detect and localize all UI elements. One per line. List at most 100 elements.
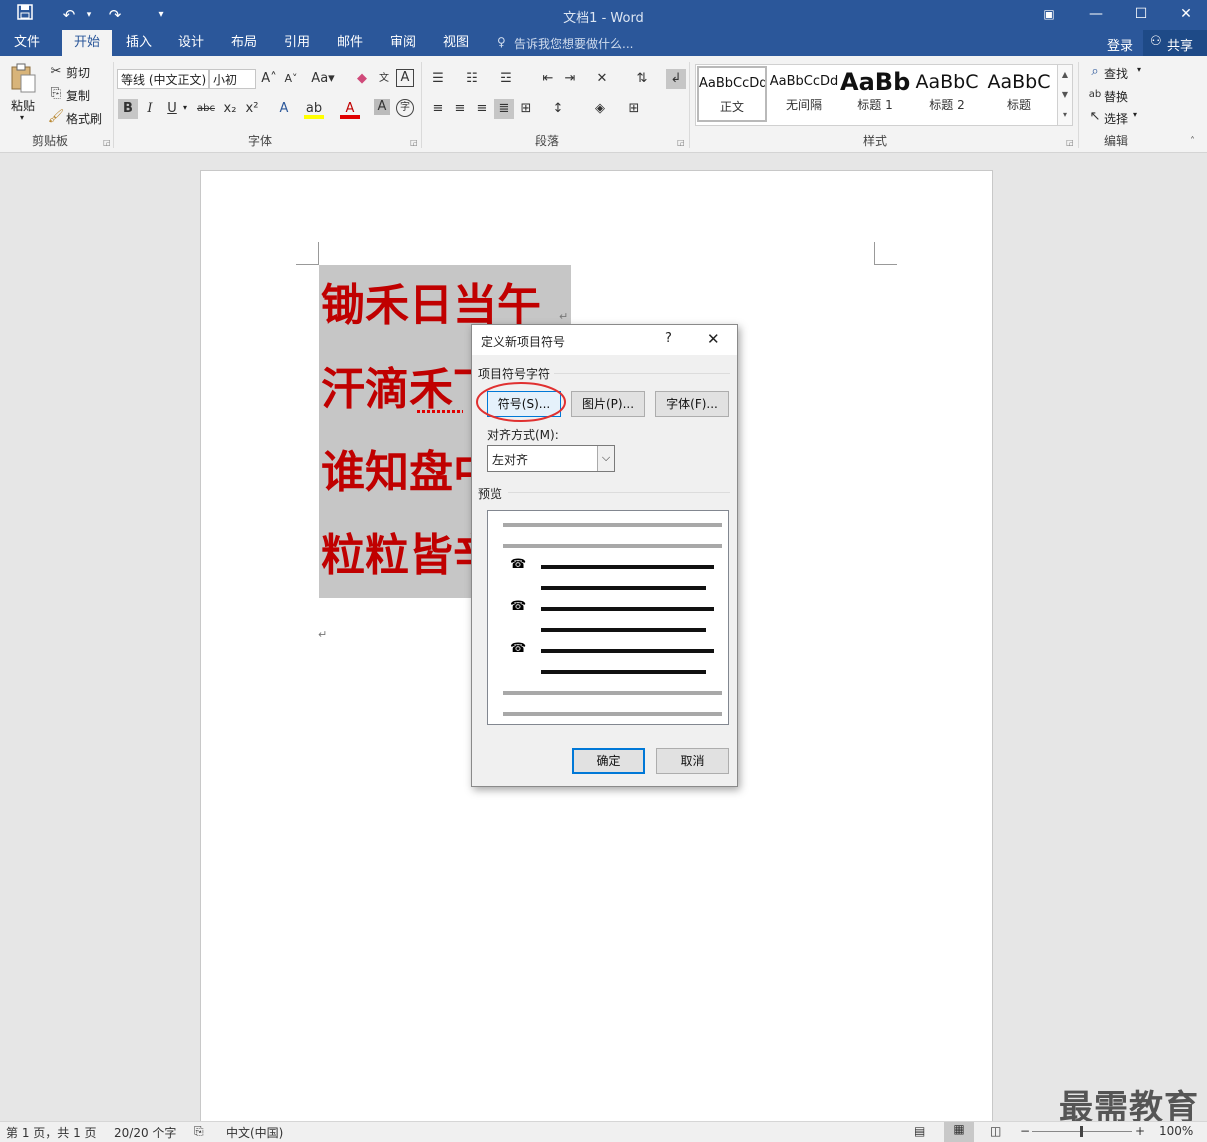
underline-icon[interactable]: U <box>162 99 182 119</box>
zoom-level[interactable]: 100% <box>1159 1124 1193 1138</box>
paragraph-launcher-icon[interactable]: ◲ <box>677 138 685 147</box>
close-icon[interactable]: ✕ <box>1163 0 1207 30</box>
justify-icon[interactable]: ≣ <box>494 99 514 119</box>
tab-mailings[interactable]: 邮件 <box>325 30 375 56</box>
style-title[interactable]: AaBbC 标题 <box>984 66 1054 122</box>
zoom-out-icon[interactable]: − <box>1020 1124 1030 1138</box>
style-normal[interactable]: AaBbCcDd 正文 <box>697 66 767 122</box>
select-icon[interactable]: ↖ <box>1085 107 1105 127</box>
bullets-icon[interactable]: ☰ <box>428 69 448 89</box>
numbering-icon[interactable]: ☷ <box>462 69 482 89</box>
login-link[interactable]: 登录 <box>1107 35 1133 54</box>
ribbon-display-icon[interactable]: ▣ <box>1026 0 1072 30</box>
clipboard-launcher-icon[interactable]: ◲ <box>103 138 111 147</box>
style-heading2[interactable]: AaBbC 标题 2 <box>912 66 982 122</box>
format-painter-icon[interactable]: 🖌 <box>46 107 66 127</box>
paste-label[interactable]: 粘贴 <box>11 97 35 114</box>
find-dropdown-icon[interactable]: ▾ <box>1137 65 1141 74</box>
font-button[interactable]: 字体(F)... <box>655 391 729 417</box>
bold-icon[interactable]: B <box>118 99 138 119</box>
maximize-icon[interactable]: ☐ <box>1118 0 1164 30</box>
minimize-icon[interactable]: — <box>1073 0 1119 30</box>
zoom-in-icon[interactable]: + <box>1135 1124 1145 1138</box>
language-status[interactable]: 中文(中国) <box>226 1124 283 1141</box>
paste-dropdown-icon[interactable]: ▾ <box>20 113 24 122</box>
find-button[interactable]: 查找 <box>1104 65 1128 82</box>
alignment-select[interactable]: 左对齐 ⌵ <box>487 445 615 472</box>
dialog-close-icon[interactable]: ✕ <box>707 330 720 348</box>
replace-icon[interactable]: ab <box>1085 85 1105 105</box>
subscript-icon[interactable]: x₂ <box>220 99 240 119</box>
multilevel-list-icon[interactable]: ☲ <box>496 69 516 89</box>
text-effects-icon[interactable]: A <box>274 99 294 119</box>
copy-button[interactable]: 复制 <box>66 87 90 104</box>
select-dropdown-icon[interactable]: ▾ <box>1133 110 1137 119</box>
cut-icon[interactable]: ✂ <box>46 62 66 82</box>
shading-icon[interactable]: ◈ <box>590 99 610 119</box>
find-icon[interactable]: ⌕ <box>1085 62 1105 82</box>
highlight-icon[interactable]: ab <box>304 99 324 119</box>
replace-button[interactable]: 替换 <box>1104 88 1128 105</box>
tab-home[interactable]: 开始 <box>62 30 112 56</box>
collapse-ribbon-icon[interactable]: ˄ <box>1190 136 1195 147</box>
ok-button[interactable]: 确定 <box>572 748 645 774</box>
tab-design[interactable]: 设计 <box>166 30 216 56</box>
italic-icon[interactable]: I <box>140 99 160 119</box>
font-launcher-icon[interactable]: ◲ <box>410 138 418 147</box>
tell-me-input[interactable]: 告诉我您想要做什么... <box>514 35 633 52</box>
chevron-down-icon[interactable]: ⌵ <box>597 446 614 471</box>
clear-format-icon[interactable]: ◆ <box>352 69 372 89</box>
decrease-indent-icon[interactable]: ⇤ <box>538 69 558 89</box>
select-button[interactable]: 选择 <box>1104 110 1128 127</box>
font-name-combo[interactable]: 等线 (中文正文) <box>117 69 209 89</box>
line-spacing-icon[interactable]: ↕ <box>548 99 568 119</box>
proofing-icon[interactable]: ⎘ <box>194 1124 204 1139</box>
web-layout-icon[interactable]: ◫ <box>990 1124 1001 1138</box>
superscript-icon[interactable]: x² <box>242 99 262 119</box>
styles-scroll[interactable]: ▲ ▼ ▾ <box>1057 64 1073 126</box>
cancel-button[interactable]: 取消 <box>656 748 729 774</box>
strikethrough-icon[interactable]: abc <box>196 99 216 119</box>
read-mode-icon[interactable]: ▤ <box>914 1124 925 1138</box>
align-left-icon[interactable]: ≡ <box>428 99 448 119</box>
phonetic-guide-icon[interactable]: 文 <box>374 69 394 89</box>
align-center-icon[interactable]: ≡ <box>450 99 470 119</box>
styles-launcher-icon[interactable]: ◲ <box>1066 138 1074 147</box>
tab-review[interactable]: 审阅 <box>378 30 428 56</box>
shrink-font-icon[interactable]: A˅ <box>281 69 301 89</box>
paste-icon[interactable] <box>10 63 36 93</box>
change-case-icon[interactable]: Aa▾ <box>309 69 337 89</box>
align-right-icon[interactable]: ≡ <box>472 99 492 119</box>
page-count[interactable]: 第 1 页，共 1 页 <box>6 1124 97 1141</box>
zoom-slider-thumb[interactable] <box>1080 1126 1083 1137</box>
distributed-icon[interactable]: ⊞ <box>516 99 536 119</box>
char-border-icon[interactable]: A <box>396 69 414 87</box>
picture-button[interactable]: 图片(P)... <box>571 391 645 417</box>
enclose-char-icon[interactable]: 字 <box>396 99 414 117</box>
tab-references[interactable]: 引用 <box>272 30 322 56</box>
grow-font-icon[interactable]: A˄ <box>259 69 279 89</box>
font-color-icon[interactable]: A <box>340 99 360 119</box>
char-shading-icon[interactable]: A <box>374 99 390 115</box>
print-layout-icon[interactable]: ▦ <box>944 1122 974 1142</box>
underline-dropdown-icon[interactable]: ▾ <box>183 103 187 112</box>
style-no-spacing[interactable]: AaBbCcDd 无间隔 <box>769 66 839 122</box>
chinese-layout-icon[interactable]: ✕ <box>592 69 612 89</box>
title-bar: ↶ ▾ ↷ ▾ 文档1 - Word ▣ — ☐ ✕ <box>0 0 1207 30</box>
increase-indent-icon[interactable]: ⇥ <box>560 69 580 89</box>
help-icon[interactable]: ? <box>665 331 672 346</box>
font-size-combo[interactable]: 小初 <box>209 69 256 89</box>
sort-icon[interactable]: ⇅ <box>632 69 652 89</box>
format-painter-button[interactable]: 格式刷 <box>66 110 102 127</box>
tab-layout[interactable]: 布局 <box>219 30 269 56</box>
word-count[interactable]: 20/20 个字 <box>114 1124 176 1141</box>
share-button[interactable]: ⚇ 共享 <box>1143 30 1207 56</box>
tab-file[interactable]: 文件 <box>0 30 54 56</box>
show-marks-icon[interactable]: ↲ <box>666 69 686 89</box>
borders-icon[interactable]: ⊞ <box>624 99 644 119</box>
copy-icon[interactable]: ⎘ <box>46 84 66 104</box>
tab-insert[interactable]: 插入 <box>114 30 164 56</box>
cut-button[interactable]: 剪切 <box>66 64 90 81</box>
style-heading1[interactable]: AaBb 标题 1 <box>840 66 910 122</box>
tab-view[interactable]: 视图 <box>431 30 481 56</box>
